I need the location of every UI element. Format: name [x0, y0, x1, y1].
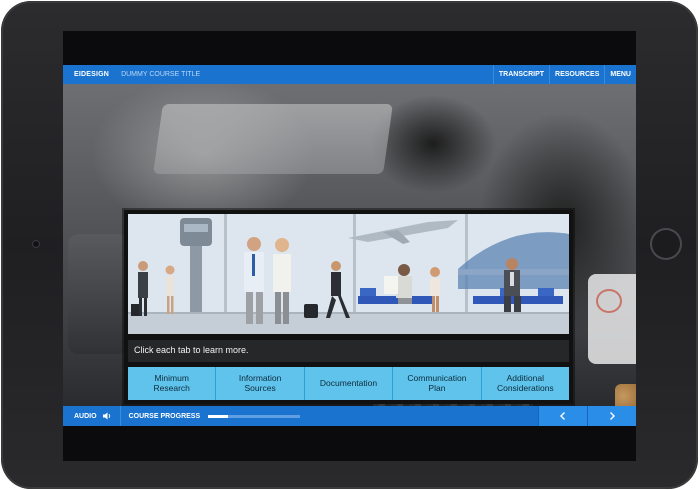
tab-row: Minimum Research Information Sources Doc… [128, 367, 570, 400]
tab-minimum-research[interactable]: Minimum Research [128, 367, 217, 400]
cup-logo [596, 289, 622, 313]
airport-scene [128, 214, 569, 334]
progress-fill [208, 414, 229, 418]
coffee-cup [588, 274, 636, 364]
resources-button[interactable]: RESOURCES [549, 65, 604, 84]
menu-button[interactable]: MENU [604, 65, 636, 84]
nav-buttons [538, 406, 636, 426]
tab-communication-plan[interactable]: Communication Plan [393, 367, 482, 400]
content-card: Click each tab to learn more. Minimum Re… [124, 210, 573, 404]
tab-additional-considerations[interactable]: Additional Considerations [481, 367, 570, 400]
instruction-bar: Click each tab to learn more. [128, 340, 569, 362]
car-seat [68, 234, 128, 354]
prev-button[interactable] [538, 406, 587, 426]
audio-label: AUDIO [74, 412, 97, 420]
progress-label: COURSE PROGRESS [128, 412, 201, 420]
tab-information-sources[interactable]: Information Sources [216, 367, 305, 400]
airport-photo [128, 214, 569, 334]
course-top-bar: EIDESIGN DUMMY COURSE TITLE TRANSCRIPT R… [63, 65, 636, 84]
course-bottom-bar: AUDIO COURSE PROGRESS [63, 406, 636, 426]
chevron-left-icon [560, 412, 565, 420]
course-title: DUMMY COURSE TITLE [121, 71, 201, 78]
top-nav: TRANSCRIPT RESOURCES MENU [492, 65, 636, 84]
audio-control[interactable]: AUDIO [63, 411, 112, 421]
brand-logo: EIDESIGN [74, 71, 110, 78]
home-button[interactable] [650, 228, 682, 260]
transcript-button[interactable]: TRANSCRIPT [492, 65, 549, 84]
camera-icon [32, 240, 40, 248]
progress-bar [208, 414, 301, 418]
chevron-right-icon [610, 412, 615, 420]
speaker-icon[interactable] [102, 411, 112, 421]
screen: EIDESIGN DUMMY COURSE TITLE TRANSCRIPT R… [63, 31, 636, 461]
background-photo: Click each tab to learn more. Minimum Re… [63, 84, 636, 414]
next-button[interactable] [587, 406, 636, 426]
tablet-frame: EIDESIGN DUMMY COURSE TITLE TRANSCRIPT R… [1, 1, 698, 489]
tab-documentation[interactable]: Documentation [304, 367, 394, 400]
instruction-text: Click each tab to learn more. [134, 345, 249, 355]
car-window [153, 104, 393, 174]
